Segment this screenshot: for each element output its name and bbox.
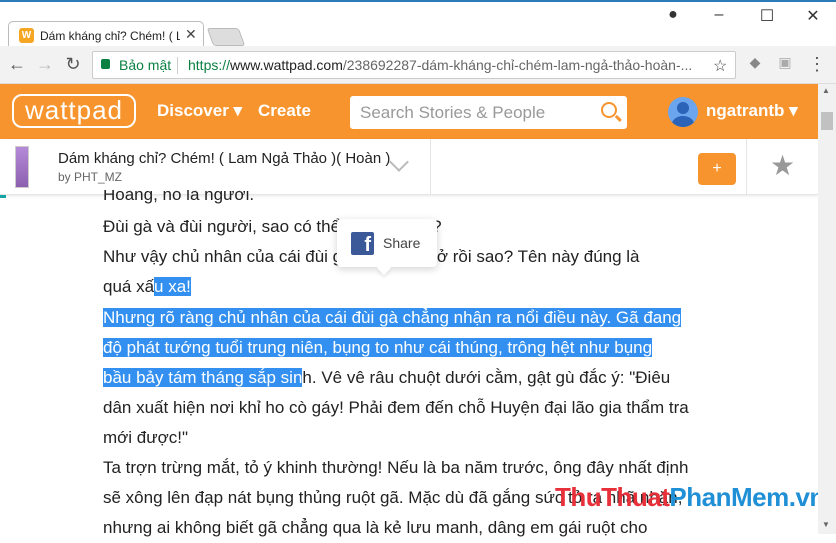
text-fragment: vỡ bở rồi sao? Tên này đúng là (403, 247, 640, 266)
reload-icon[interactable]: ↻ (62, 54, 84, 75)
pdf-extension-icon[interactable]: ▣ (774, 54, 796, 71)
wattpad-header: wattpad Discover ▾ Create Search Stories… (0, 84, 818, 139)
text-fragment: Như vậy chủ nhân của cái đùi gà (103, 247, 352, 266)
extension-icon[interactable]: ◆ (744, 54, 766, 71)
maximize-button[interactable]: ☐ (752, 6, 782, 26)
scroll-down-icon[interactable]: ▼ (822, 520, 830, 529)
text-line: Đùi gà và đùi người, sao có thể c (103, 212, 353, 242)
forward-icon[interactable]: → (34, 54, 56, 75)
url-text[interactable]: https://www.wattpad.com/238692287-dám-kh… (188, 57, 708, 73)
avatar[interactable] (668, 97, 698, 127)
secure-label: Bảo mật (119, 57, 172, 73)
divider (746, 139, 747, 195)
divider (430, 139, 431, 195)
discover-menu[interactable]: Discover ▾ (157, 101, 242, 121)
watermark-part: ThuThuat (555, 482, 670, 512)
text-fragment: quá xấ (103, 277, 155, 296)
bookmark-star-icon[interactable]: ☆ (713, 56, 727, 76)
text-line: nhưng ai không biết gã chẳng qua là kẻ l… (103, 518, 648, 537)
story-author[interactable]: by PHT_MZ (58, 170, 122, 184)
tab-title: Dám kháng chỉ? Chém! ( Lam Ngả Thảo )( H… (40, 29, 180, 43)
story-bar: Dám kháng chỉ? Chém! ( Lam Ngả Thảo )( H… (0, 139, 818, 195)
scroll-up-icon[interactable]: ▲ (822, 86, 830, 95)
url-path: /238692287-dám-kháng-chỉ-chém-lam-ngả-th… (342, 57, 693, 73)
browser-titlebar: W Dám kháng chỉ? Chém! ( Lam Ngả Thảo )(… (0, 0, 836, 49)
selected-text: Nhưng rõ ràng chủ nhân của cái đùi gà ch… (103, 308, 682, 327)
profile-icon[interactable]: ● (658, 6, 688, 24)
selected-text: độ phát tướng tuổi trung niên, bụng to n… (103, 338, 653, 357)
browser-toolbar: ← → ↻ Bảo mật https://www.wattpad.com/23… (0, 46, 836, 84)
progress-indicator (0, 195, 6, 198)
divider (177, 57, 178, 74)
lock-icon (101, 59, 110, 69)
chevron-down-icon[interactable] (389, 152, 409, 172)
share-button[interactable]: Share (383, 235, 420, 251)
back-icon[interactable]: ← (6, 54, 28, 75)
story-cover[interactable] (15, 146, 29, 188)
text-fragment: Đùi gà và đùi người, sao có thể c (103, 217, 354, 236)
wattpad-favicon-icon: W (19, 28, 34, 43)
wattpad-logo[interactable]: wattpad (12, 94, 136, 128)
vote-star-icon[interactable]: ★ (770, 149, 795, 182)
selected-text: u xa! (154, 277, 191, 296)
scrollbar[interactable]: ▲ ▼ (818, 84, 836, 534)
selected-text: bầu bảy tám tháng sắp sin (103, 368, 303, 387)
browser-tab[interactable]: W Dám kháng chỉ? Chém! ( Lam Ngả Thảo )(… (8, 21, 204, 49)
search-icon[interactable] (601, 102, 617, 118)
address-bar[interactable]: Bảo mật https://www.wattpad.com/23869228… (92, 51, 736, 79)
share-popup[interactable]: f Share (337, 219, 437, 267)
watermark-part: PhanMem.vn (669, 482, 825, 512)
text-line: Nhưng rõ ràng chủ nhân của cái đùi gà ch… (103, 303, 682, 333)
text-line: quá xấu xa! (103, 272, 191, 302)
add-to-library-button[interactable]: + (698, 153, 736, 185)
text-line: bầu bảy tám tháng sắp sinh. Vê vê râu ch… (103, 363, 670, 393)
scrollbar-thumb[interactable] (821, 112, 833, 130)
user-menu[interactable]: ngatrantb ▾ (706, 101, 798, 121)
minimize-button[interactable]: – (704, 6, 734, 24)
url-scheme: https:// (188, 57, 231, 73)
search-input[interactable]: Search Stories & People (350, 96, 627, 129)
text-line: Ta trợn trừng mắt, tỏ ý khinh thường! Nế… (103, 458, 689, 477)
close-window-button[interactable]: ✕ (798, 6, 828, 26)
text-line: mới được!" (103, 428, 189, 447)
search-placeholder: Search Stories & People (360, 103, 546, 122)
url-host: www.wattpad.com (230, 57, 343, 73)
text-fragment: h. Vê vê râu chuột dưới cằm, gật gù đắc … (302, 368, 671, 387)
facebook-icon: f (351, 232, 374, 256)
story-title[interactable]: Dám kháng chỉ? Chém! ( Lam Ngả Thảo )( H… (58, 150, 390, 167)
close-tab-icon[interactable]: ✕ (185, 26, 197, 43)
watermark-logo: ThuThuatPhanMem.vn (555, 482, 825, 513)
create-link[interactable]: Create (258, 101, 311, 121)
menu-icon[interactable]: ⋮ (806, 54, 828, 75)
text-line: dân xuất hiện nơi khỉ ho cò gáy! Phải đe… (103, 398, 689, 417)
new-tab-button[interactable] (206, 28, 246, 46)
text-line: độ phát tướng tuổi trung niên, bụng to n… (103, 333, 653, 363)
